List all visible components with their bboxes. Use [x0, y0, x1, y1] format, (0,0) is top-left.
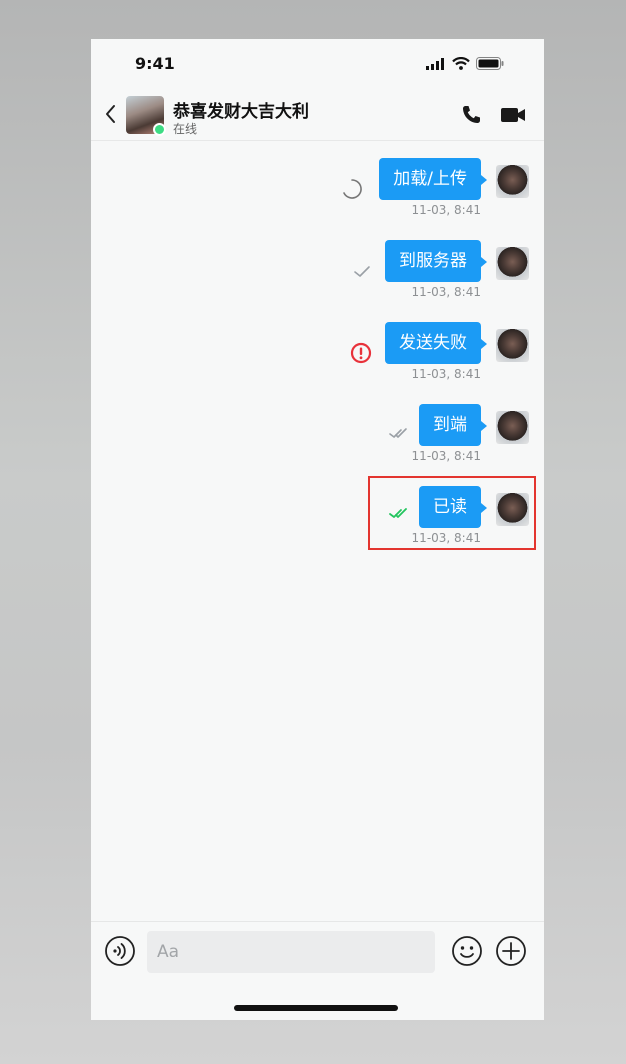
message-input[interactable]: [147, 931, 435, 973]
voice-icon[interactable]: [104, 935, 136, 967]
message-bubble[interactable]: 到服务器: [385, 240, 487, 282]
message-row-delivered: 到端 11-03, 8:41: [91, 404, 544, 470]
message-row-loading: 加载/上传 11-03, 8:41: [91, 158, 544, 224]
message-row-failed: 发送失败 11-03, 8:41: [91, 322, 544, 388]
plus-icon[interactable]: [495, 935, 527, 967]
highlight-box: [368, 476, 536, 550]
online-indicator: [153, 123, 166, 136]
double-check-icon: [389, 428, 407, 438]
contact-status: 在线: [173, 122, 198, 136]
single-check-icon: [354, 266, 370, 277]
message-time: 11-03, 8:41: [411, 367, 481, 381]
emoji-icon[interactable]: [451, 935, 483, 967]
back-icon[interactable]: [101, 101, 121, 127]
phone-icon[interactable]: [459, 103, 483, 127]
status-icons: [426, 57, 504, 70]
signal-icon: [426, 57, 444, 70]
message-bubble[interactable]: 到端: [419, 404, 487, 446]
loading-spinner-icon: [343, 179, 362, 199]
send-failed-icon[interactable]: [350, 342, 372, 364]
message-row-sent: 到服务器 11-03, 8:41: [91, 240, 544, 306]
message-time: 11-03, 8:41: [411, 203, 481, 217]
message-bubble[interactable]: 发送失败: [385, 322, 487, 364]
message-time: 11-03, 8:41: [411, 285, 481, 299]
my-avatar[interactable]: [496, 411, 529, 444]
my-avatar[interactable]: [496, 247, 529, 280]
message-time: 11-03, 8:41: [411, 449, 481, 463]
my-avatar[interactable]: [496, 165, 529, 198]
message-bubble[interactable]: 加载/上传: [379, 158, 487, 200]
battery-icon: [476, 57, 504, 70]
status-bar: 9:41: [91, 39, 544, 89]
my-avatar[interactable]: [496, 329, 529, 362]
status-time: 9:41: [135, 54, 175, 73]
phone-screen: 9:41 恭喜发财大吉大利 在线 加载/上传 11-03, 8:41 到服务器 …: [91, 39, 544, 1020]
contact-name: 恭喜发财大吉大利: [173, 102, 309, 122]
chat-header: 恭喜发财大吉大利 在线: [91, 89, 544, 141]
wifi-icon: [452, 57, 470, 70]
home-indicator[interactable]: [234, 1005, 398, 1011]
video-camera-icon[interactable]: [499, 103, 527, 127]
